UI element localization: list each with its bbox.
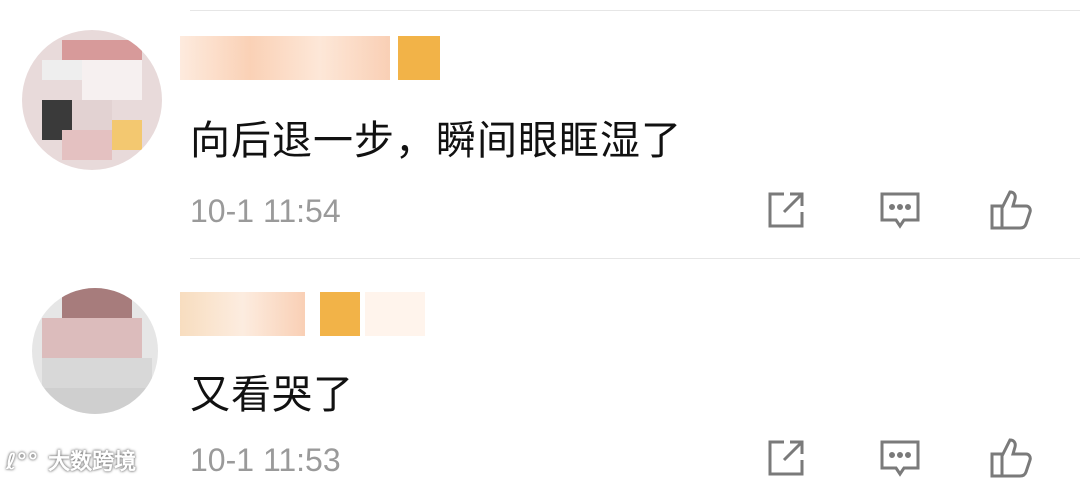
comment-time: 10-1 11:53 xyxy=(190,442,341,478)
comment-text: 又看哭了 xyxy=(190,372,354,418)
watermark-logo: ℓ°° xyxy=(6,450,39,475)
share-icon[interactable] xyxy=(762,434,810,482)
username-blurred[interactable] xyxy=(180,36,460,80)
like-icon[interactable] xyxy=(988,186,1036,234)
comment-text: 向后退一步，瞬间眼眶湿了 xyxy=(190,118,682,164)
comment-time: 10-1 11:54 xyxy=(190,193,341,229)
comment-icon[interactable] xyxy=(876,434,924,482)
watermark-text: 大数跨境 xyxy=(48,450,137,475)
top-divider xyxy=(190,10,1080,11)
avatar[interactable] xyxy=(22,30,162,170)
comment-divider xyxy=(190,258,1080,259)
share-icon[interactable] xyxy=(762,186,810,234)
avatar[interactable] xyxy=(32,288,158,414)
username-blurred[interactable] xyxy=(180,292,460,336)
comment-icon[interactable] xyxy=(876,186,924,234)
watermark: ℓ°° 大数跨境 xyxy=(6,444,136,476)
like-icon[interactable] xyxy=(988,434,1036,482)
